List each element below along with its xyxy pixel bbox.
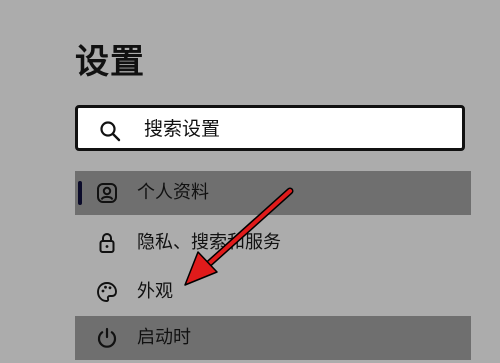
sidebar-item-profile[interactable]: 个人资料: [75, 171, 471, 215]
page-title: 设置: [75, 42, 145, 82]
lock-icon: [99, 233, 115, 253]
selected-indicator: [78, 181, 82, 205]
sidebar-item-startup[interactable]: 启动时: [75, 316, 471, 360]
search-label: 搜索设置: [144, 118, 221, 140]
sidebar-item-label: 个人资料: [137, 182, 209, 203]
sidebar-item-label: 外观: [137, 281, 173, 302]
power-icon: [97, 327, 117, 348]
sidebar-item-label: 隐私、搜索和服务: [137, 232, 281, 253]
sidebar-item-privacy[interactable]: 隐私、搜索和服务: [75, 221, 471, 265]
sidebar-item-appearance[interactable]: 外观: [75, 270, 471, 314]
profile-icon: [97, 183, 117, 203]
palette-icon: [97, 282, 117, 302]
search-input[interactable]: 搜索设置: [75, 105, 465, 151]
sidebar-item-label: 启动时: [137, 327, 191, 348]
search-icon: [100, 121, 121, 142]
